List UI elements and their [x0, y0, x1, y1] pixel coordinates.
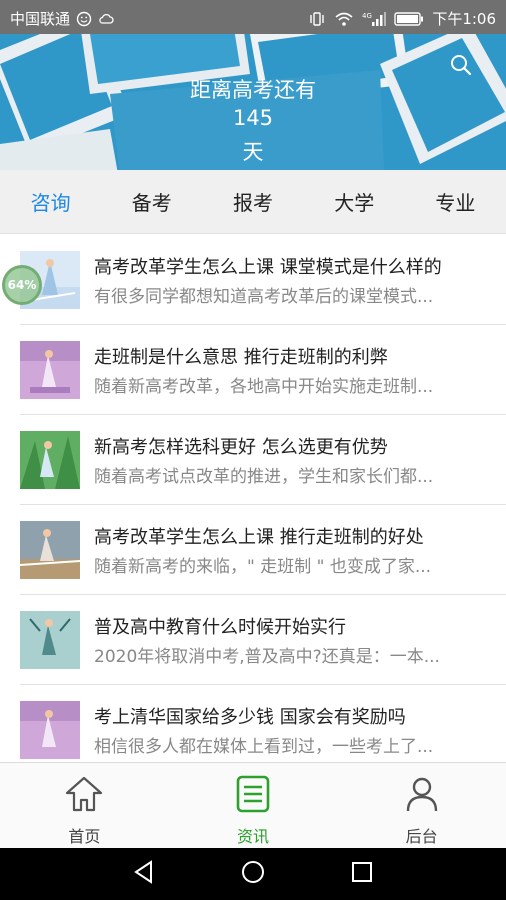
wifi-icon — [334, 11, 354, 27]
list-item[interactable]: 新高考怎样选科更好 怎么选更有优势 随着高考试点改革的推进，学生和家长们都... — [20, 415, 506, 505]
vibrate-icon — [308, 11, 326, 27]
battery-icon — [394, 11, 424, 26]
countdown-label: 距离高考还有 — [190, 78, 316, 102]
article-thumbnail — [20, 701, 80, 759]
signal-icon: 4G — [362, 11, 387, 27]
tab-major[interactable]: 专业 — [405, 170, 506, 233]
article-title: 高考改革学生怎么上课 推行走班制的好处 — [94, 527, 424, 548]
nav-admin[interactable]: 后台 — [337, 763, 506, 848]
back-button[interactable] — [131, 859, 157, 889]
article-title: 高考改革学生怎么上课 课堂模式是什么样的 — [94, 257, 442, 278]
tab-prepare[interactable]: 备考 — [101, 170, 202, 233]
article-summary: 随着新高考改革，各地高中开始实施走班制... — [94, 377, 434, 397]
article-summary: 有很多同学都想知道高考改革后的课堂模式... — [94, 287, 434, 307]
list-item[interactable]: 走班制是什么意思 推行走班制的利弊 随着新高考改革，各地高中开始实施走班制... — [20, 325, 506, 415]
smiley-icon — [76, 11, 92, 27]
article-list: 高考改革学生怎么上课 课堂模式是什么样的 有很多同学都想知道高考改革后的课堂模式… — [0, 235, 506, 775]
list-item[interactable]: 普及高中教育什么时候开始实行 2020年将取消中考,普及高中?还真是：一本... — [20, 595, 506, 685]
clock: 下午1:06 — [432, 10, 496, 28]
recents-button[interactable] — [349, 859, 375, 889]
nav-news-label: 资讯 — [237, 827, 270, 846]
article-title: 新高考怎样选科更好 怎么选更有优势 — [94, 437, 388, 458]
tab-consult[interactable]: 咨询 — [0, 170, 101, 233]
status-bar: 中国联通 4G 下午1:06 — [0, 0, 506, 34]
article-summary: 随着高考试点改革的推进，学生和家长们都... — [94, 467, 434, 487]
category-tabs: 咨询 备考 报考 大学 专业 — [0, 170, 506, 234]
list-item[interactable]: 高考改革学生怎么上课 推行走班制的好处 随着新高考的来临，" 走班制 " 也变成… — [20, 505, 506, 595]
home-system-button[interactable] — [240, 859, 266, 889]
system-nav-bar — [0, 848, 506, 900]
article-title: 考上清华国家给多少钱 国家会有奖励吗 — [94, 707, 406, 728]
article-summary: 相信很多人都在媒体上看到过，一些考上了... — [94, 737, 434, 757]
list-item[interactable]: 高考改革学生怎么上课 课堂模式是什么样的 有很多同学都想知道高考改革后的课堂模式… — [20, 235, 506, 325]
article-thumbnail — [20, 431, 80, 489]
countdown-unit: 天 — [242, 140, 264, 164]
square-recents-icon — [351, 862, 372, 882]
back-icon — [134, 860, 153, 884]
countdown-days: 145 — [232, 106, 274, 130]
article-thumbnail — [20, 611, 80, 669]
article-summary: 2020年将取消中考,普及高中?还真是：一本... — [94, 647, 440, 667]
search-button[interactable] — [446, 50, 476, 80]
countdown-banner: 距离高考还有 145 天 — [0, 34, 506, 170]
tab-university[interactable]: 大学 — [304, 170, 405, 233]
search-icon — [451, 55, 472, 76]
bottom-nav: 首页 资讯 后台 — [0, 762, 506, 848]
user-icon — [401, 773, 443, 815]
nav-home-label: 首页 — [68, 827, 101, 846]
circle-home-icon — [241, 861, 264, 883]
home-icon — [63, 773, 105, 815]
cloud-icon — [98, 12, 114, 26]
article-summary: 随着新高考的来临，" 走班制 " 也变成了家... — [94, 557, 432, 577]
nav-admin-label: 后台 — [405, 827, 438, 846]
svg-text:4G: 4G — [362, 12, 372, 20]
tab-apply[interactable]: 报考 — [202, 170, 303, 233]
article-title: 走班制是什么意思 推行走班制的利弊 — [94, 347, 388, 368]
carrier-label: 中国联通 — [10, 10, 71, 28]
article-title: 普及高中教育什么时候开始实行 — [94, 617, 346, 638]
article-thumbnail — [20, 341, 80, 399]
nav-home[interactable]: 首页 — [0, 763, 169, 848]
article-thumbnail — [20, 521, 80, 579]
progress-badge[interactable]: 64% — [2, 265, 42, 305]
nav-news[interactable]: 资讯 — [169, 763, 338, 848]
news-icon — [232, 773, 274, 815]
